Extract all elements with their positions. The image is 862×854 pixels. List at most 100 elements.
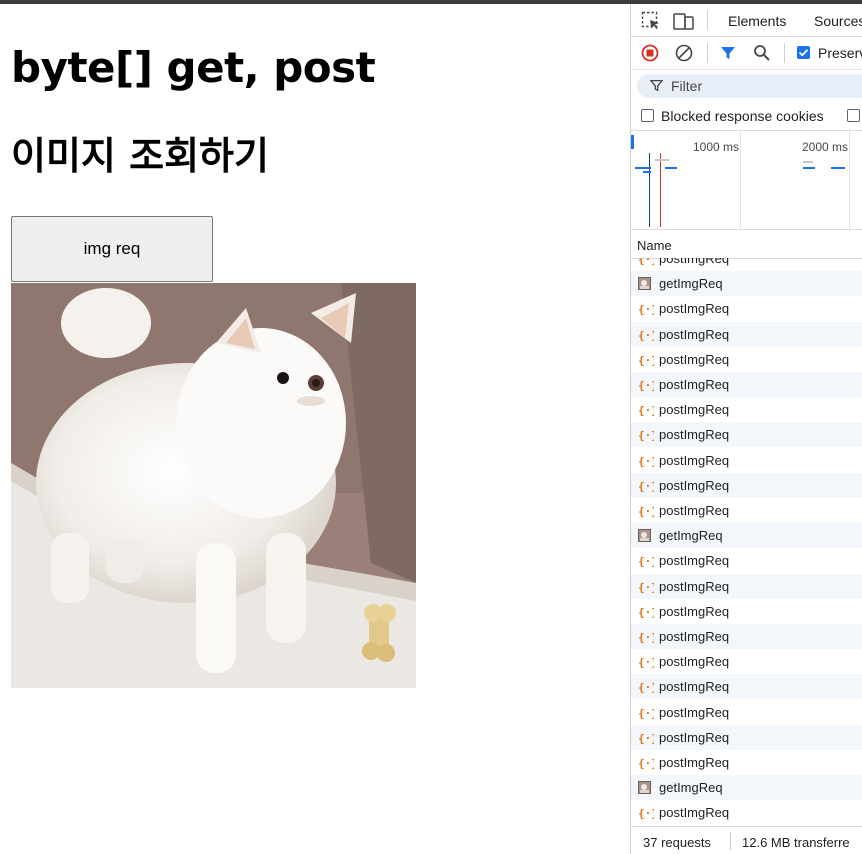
fetch-request-icon: {·} xyxy=(638,328,658,342)
svg-text:{·}: {·} xyxy=(638,732,654,745)
request-row[interactable]: {·} postImgReq xyxy=(631,372,862,397)
web-page: byte[] get, post 이미지 조회하기 img req xyxy=(0,4,630,854)
request-count: 37 requests xyxy=(643,835,711,850)
fetch-request-icon: {·} xyxy=(638,680,658,694)
svg-text:{·}: {·} xyxy=(638,807,654,820)
request-row[interactable]: {·} postImgReq xyxy=(631,321,862,347)
request-name: postImgReq xyxy=(659,402,730,418)
svg-text:{·}: {·} xyxy=(638,429,654,442)
name-column-header[interactable]: Name xyxy=(631,230,862,259)
filter-funnel-icon[interactable] xyxy=(720,45,736,66)
request-name: postImgReq xyxy=(659,452,730,468)
blocked-cookies-row: Blocked response cookies xyxy=(631,104,862,130)
request-name: postImgReq xyxy=(659,755,730,770)
toolbar-divider xyxy=(707,43,708,63)
fetch-request-icon: {·} xyxy=(638,554,658,568)
request-row[interactable]: {·} postImgReq xyxy=(631,258,862,271)
request-name: postImgReq xyxy=(659,679,730,695)
image-file-icon xyxy=(638,529,652,543)
request-name: postImgReq xyxy=(659,427,730,443)
network-toolbar: Preserv xyxy=(631,37,862,70)
svg-text:{·}: {·} xyxy=(638,555,654,568)
extra-checkbox[interactable] xyxy=(847,109,860,122)
load-event-line xyxy=(660,153,661,227)
timeline-bar xyxy=(803,167,815,169)
request-name: postImgReq xyxy=(659,553,730,569)
status-bar: 37 requests 12.6 MB transferre xyxy=(631,826,862,854)
timeline-bar xyxy=(635,167,651,169)
fetch-request-icon: {·} xyxy=(638,580,658,594)
request-row[interactable]: {·} postImgReq xyxy=(631,548,862,573)
request-row[interactable]: {·} postImgReq xyxy=(631,624,862,649)
preserve-log-checkbox[interactable] xyxy=(797,46,810,59)
blocked-cookies-checkbox[interactable] xyxy=(641,109,654,122)
inspect-element-icon[interactable] xyxy=(641,11,661,36)
svg-text:{·}: {·} xyxy=(638,258,654,266)
fetch-request-icon: {·} xyxy=(638,353,658,367)
toolbar-divider xyxy=(784,43,785,63)
tab-elements[interactable]: Elements xyxy=(728,13,786,29)
request-row[interactable]: getImgReq xyxy=(631,523,862,549)
request-row[interactable]: {·} postImgReq xyxy=(631,347,862,372)
fetch-request-icon: {·} xyxy=(638,605,658,619)
fetch-request-icon: {·} xyxy=(638,378,658,392)
image-file-icon xyxy=(638,277,652,291)
request-name: getImgReq xyxy=(659,276,723,292)
status-divider xyxy=(730,832,731,850)
request-name: postImgReq xyxy=(659,654,730,670)
request-name: postImgReq xyxy=(659,805,730,821)
svg-text:{·}: {·} xyxy=(638,581,654,594)
request-name: postImgReq xyxy=(659,603,730,619)
svg-text:{·}: {·} xyxy=(638,606,654,619)
svg-text:{·}: {·} xyxy=(638,303,654,316)
page-subtitle: 이미지 조회하기 xyxy=(11,134,269,178)
request-name: postImgReq xyxy=(659,503,730,518)
request-row[interactable]: {·} postImgReq xyxy=(631,448,862,473)
timeline-tick: 2000 ms xyxy=(802,140,849,154)
request-row[interactable]: {·} postImgReq xyxy=(631,674,862,700)
page-title: byte[] get, post xyxy=(11,43,376,92)
request-row[interactable]: getImgReq xyxy=(631,775,862,801)
search-icon[interactable] xyxy=(753,44,771,67)
svg-text:{·}: {·} xyxy=(638,329,654,342)
filter-funnel-icon xyxy=(649,79,664,97)
timeline-bar xyxy=(831,167,845,169)
request-row[interactable]: {·} postImgReq xyxy=(631,296,862,321)
svg-text:{·}: {·} xyxy=(638,455,654,468)
devtools-tabbar: Elements Sources xyxy=(631,4,862,37)
request-row[interactable]: {·} postImgReq xyxy=(631,700,862,725)
request-row[interactable]: {·} postImgReq xyxy=(631,750,862,775)
request-row[interactable]: {·} postImgReq xyxy=(631,573,862,599)
fetch-request-icon: {·} xyxy=(638,454,658,468)
device-toolbar-icon[interactable] xyxy=(673,11,695,36)
filter-input[interactable]: Filter xyxy=(637,74,862,98)
request-name: postImgReq xyxy=(659,258,730,266)
request-row[interactable]: {·} postImgReq xyxy=(631,599,862,624)
request-row[interactable]: {·} postImgReq xyxy=(631,422,862,448)
svg-text:{·}: {·} xyxy=(638,681,654,694)
request-row[interactable]: {·} postImgReq xyxy=(631,498,862,523)
request-row[interactable]: getImgReq xyxy=(631,271,862,297)
devtools-panel: Elements Sources Preserv Filter Blocked … xyxy=(630,4,862,854)
request-row[interactable]: {·} postImgReq xyxy=(631,649,862,674)
request-name: postImgReq xyxy=(659,629,730,644)
request-row[interactable]: {·} postImgReq xyxy=(631,724,862,750)
clear-icon[interactable] xyxy=(675,44,693,67)
svg-text:{·}: {·} xyxy=(638,656,654,669)
fetch-request-icon: {·} xyxy=(638,428,658,442)
request-name: postImgReq xyxy=(659,326,730,342)
timeline-gridline xyxy=(849,131,850,229)
fetch-request-icon: {·} xyxy=(638,706,658,720)
network-timeline[interactable]: 1000 ms 2000 ms xyxy=(631,130,862,230)
record-stop-icon[interactable] xyxy=(641,44,659,67)
request-row[interactable]: {·} postImgReq xyxy=(631,472,862,498)
request-row[interactable]: {·} postImgReq xyxy=(631,800,862,823)
img-req-button[interactable]: img req xyxy=(11,216,213,282)
blocked-cookies-label: Blocked response cookies xyxy=(661,108,824,124)
request-name: postImgReq xyxy=(659,301,730,317)
timeline-selection-handle[interactable] xyxy=(631,135,634,149)
dog-image xyxy=(11,283,416,688)
svg-text:{·}: {·} xyxy=(638,354,654,367)
request-row[interactable]: {·} postImgReq xyxy=(631,397,862,422)
tab-sources[interactable]: Sources xyxy=(814,13,862,29)
